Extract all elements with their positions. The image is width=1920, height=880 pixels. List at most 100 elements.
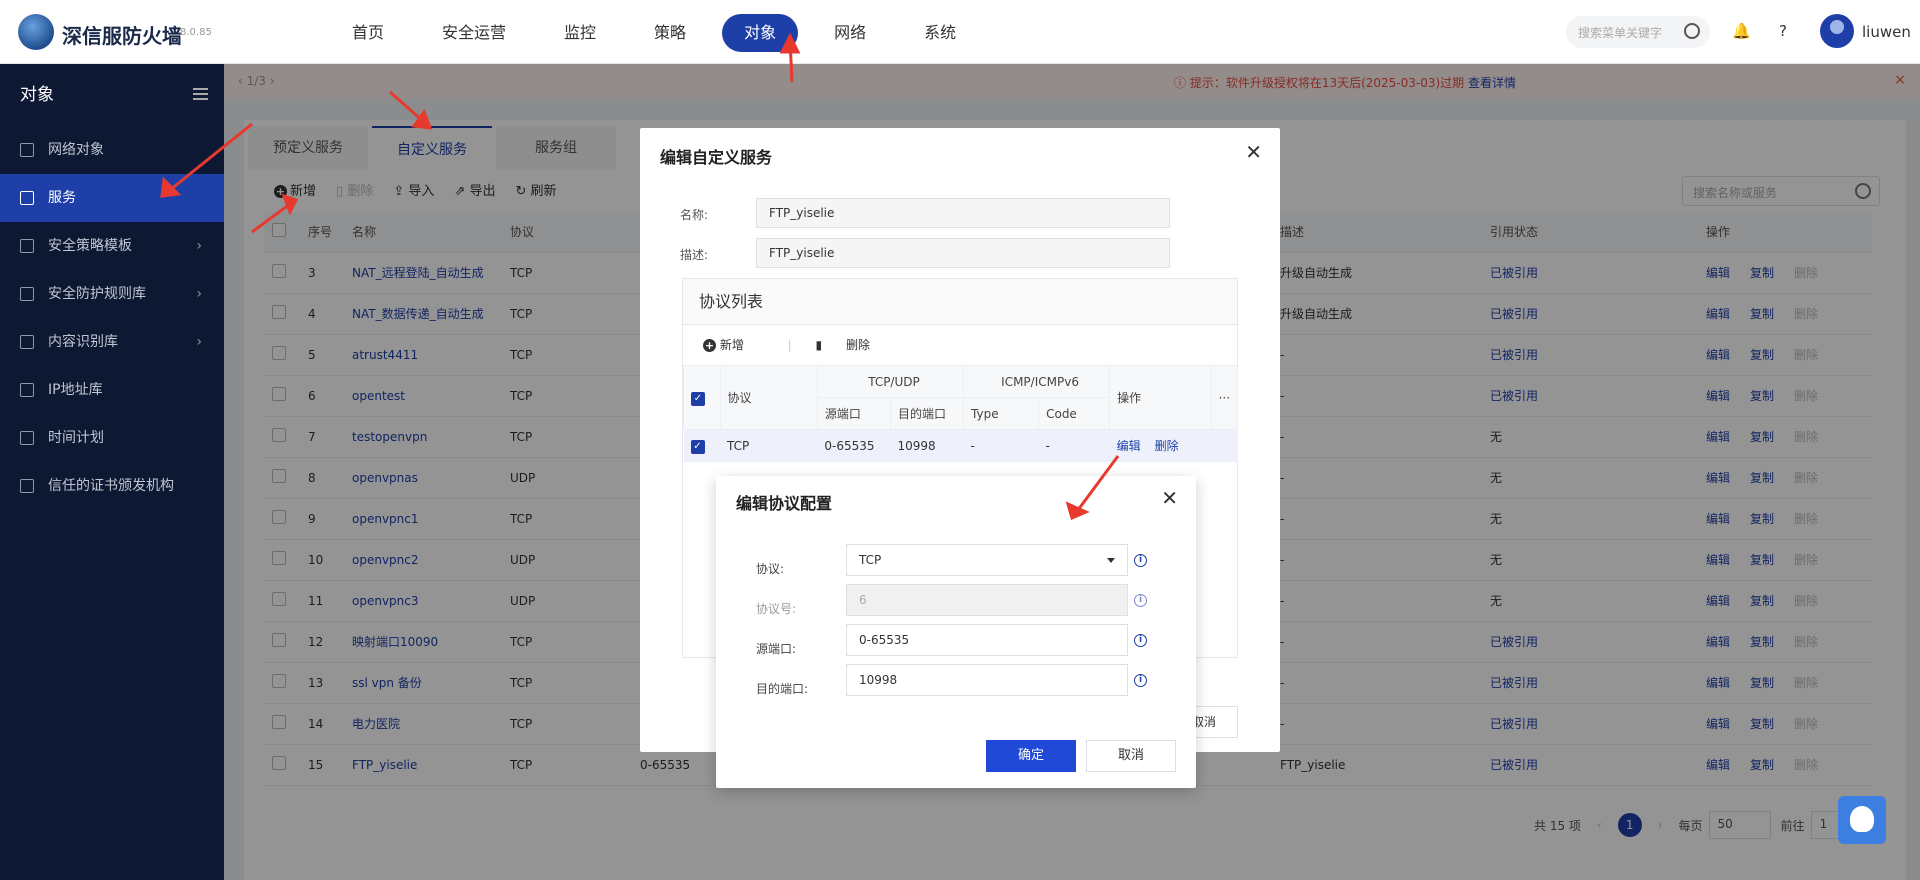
nav-policy[interactable]: 策略 [632,14,708,52]
protocol-select[interactable]: TCP [846,544,1128,576]
confirm-button[interactable]: 确定 [986,740,1076,772]
logo-icon [18,14,54,50]
more-columns-icon[interactable]: ··· [1210,365,1239,430]
sidebar-item-services[interactable]: 服务 [0,174,224,222]
divider: | [787,338,792,352]
avatar[interactable] [1820,14,1854,48]
row-actions: 编辑 删除 [1109,429,1212,462]
nav-security-ops[interactable]: 安全运营 [420,14,528,52]
select-all-checkbox[interactable]: ✓ [691,391,705,406]
username[interactable]: liuwen [1862,23,1911,41]
protocol-add-label: 新增 [719,338,744,352]
cancel-button[interactable]: 取消 [1086,740,1176,772]
chevron-right-icon: › [196,238,202,254]
row-checkbox-cell: ✓ [683,429,721,462]
info-icon[interactable]: i [1134,554,1147,567]
row-src-port: 0-65535 [817,429,891,462]
protocol-list-title: 协议列表 [683,279,1237,325]
dialog-title: 编辑协议配置 [736,494,833,513]
assistant-bot-icon[interactable] [1838,796,1886,844]
sidebar-item-ip-library[interactable]: IP地址库 [0,366,224,414]
bell-icon[interactable]: 🔔 [1732,22,1751,40]
col-actions: 操作 [1109,365,1212,430]
sidebar-item-protection-rules[interactable]: 安全防护规则库 › [0,270,224,318]
top-bar: 深信服防火墙 8.0.85 首页 安全运营 监控 策略 对象 网络 系统 搜索菜… [0,0,1920,64]
protocol-number-label: 协议号: [756,602,797,616]
protocol-delete-button[interactable]: ▮ 删除 [816,338,890,352]
edit-protocol-dialog: 编辑协议配置 ✕ 协议: TCP i 协议号: 6 i 源端口: 0-65535… [716,476,1196,788]
name-field[interactable]: FTP_yiselie [756,198,1170,228]
ip-icon [20,383,34,397]
sidebar-item-label: 安全防护规则库 [48,286,146,302]
col-code: Code [1038,397,1111,430]
protocol-label: 协议: [756,562,785,576]
nav-network[interactable]: 网络 [812,14,888,52]
src-port-input[interactable]: 0-65535 [846,624,1128,656]
src-port-label: 源端口: [756,642,797,656]
globe-icon [20,143,34,157]
rules-icon [20,287,34,301]
dialog-title: 编辑自定义服务 [660,148,773,167]
row-protocol: TCP [720,429,818,462]
row-dst-port: 10998 [890,429,964,462]
protocol-toolbar: + 新增 | ▮ 删除 [683,325,1237,365]
sidebar-header: 对象 [0,64,224,126]
chevron-right-icon: › [196,286,202,302]
protocol-header-row: ✓ 协议 TCP/UDP ICMP/ICMPv6 操作 ··· [683,365,1239,430]
protocol-number-field: 6 [846,584,1128,616]
template-icon [20,239,34,253]
select-all-header: ✓ [683,365,721,430]
cert-icon [20,479,34,493]
sidebar-item-schedule[interactable]: 时间计划 [0,414,224,462]
col-protocol: 协议 [719,365,818,430]
scan-icon [20,335,34,349]
nav-system[interactable]: 系统 [902,14,978,52]
nav-monitor[interactable]: 监控 [542,14,618,52]
dst-port-input[interactable]: 10998 [846,664,1128,696]
sidebar-item-label: IP地址库 [48,382,103,398]
row-spacer [1211,429,1238,462]
main-nav: 首页 安全运营 监控 策略 对象 网络 系统 [330,14,992,52]
nav-home[interactable]: 首页 [330,14,406,52]
menu-search-input[interactable]: 搜索菜单关键字 [1566,16,1710,48]
grid-icon [20,191,34,205]
info-icon[interactable]: i [1134,634,1147,647]
sidebar-item-content-library[interactable]: 内容识别库 › [0,318,224,366]
row-checkbox[interactable]: ✓ [690,439,705,454]
info-icon[interactable]: i [1134,674,1147,687]
close-icon[interactable]: ✕ [1245,140,1262,164]
sidebar-title: 对象 [20,85,54,105]
sidebar-item-trusted-ca[interactable]: 信任的证书颁发机构 [0,462,224,510]
protocol-table: ✓ 协议 TCP/UDP ICMP/ICMPv6 操作 ··· 源端口 目的端口… [683,365,1239,462]
col-type: Type [963,397,1040,430]
col-src-port: 源端口 [816,397,891,430]
col-dst-port: 目的端口 [889,397,965,430]
row-code: - [1038,429,1110,462]
help-icon[interactable]: ? [1774,22,1792,40]
sidebar-item-label: 内容识别库 [48,334,118,350]
description-field[interactable]: FTP_yiselie [756,238,1170,268]
edit-link[interactable]: 编辑 [1117,439,1141,453]
col-group-icmp: ICMP/ICMPv6 [963,365,1111,398]
info-icon[interactable]: i [1134,594,1147,607]
search-icon[interactable] [1684,23,1700,39]
sidebar: 对象 网络对象 服务 安全策略模板 › 安全防护规则库 › 内容识别库 › IP地址库… [0,64,224,880]
dst-port-label: 目的端口: [756,682,809,696]
trash-icon: ▮ [815,338,823,352]
sidebar-item-label: 网络对象 [48,142,104,158]
sidebar-item-label: 时间计划 [48,430,104,446]
sidebar-item-label: 服务 [48,190,76,206]
sidebar-item-network-objects[interactable]: 网络对象 [0,126,224,174]
close-icon[interactable]: ✕ [1161,486,1178,510]
delete-link[interactable]: 删除 [1155,439,1179,453]
col-group-tcpudp: TCP/UDP [816,365,965,398]
nav-objects[interactable]: 对象 [722,14,799,52]
row-type: - [963,429,1039,462]
table-row[interactable]: ✓ TCP 0-65535 10998 - - 编辑 删除 [683,429,1238,462]
collapse-menu-icon[interactable] [193,88,208,100]
version-label: 8.0.85 [180,27,212,38]
plus-icon: + [703,339,716,352]
description-label: 描述: [680,248,709,262]
sidebar-item-policy-templates[interactable]: 安全策略模板 › [0,222,224,270]
protocol-add-button[interactable]: + 新增 [703,338,764,352]
